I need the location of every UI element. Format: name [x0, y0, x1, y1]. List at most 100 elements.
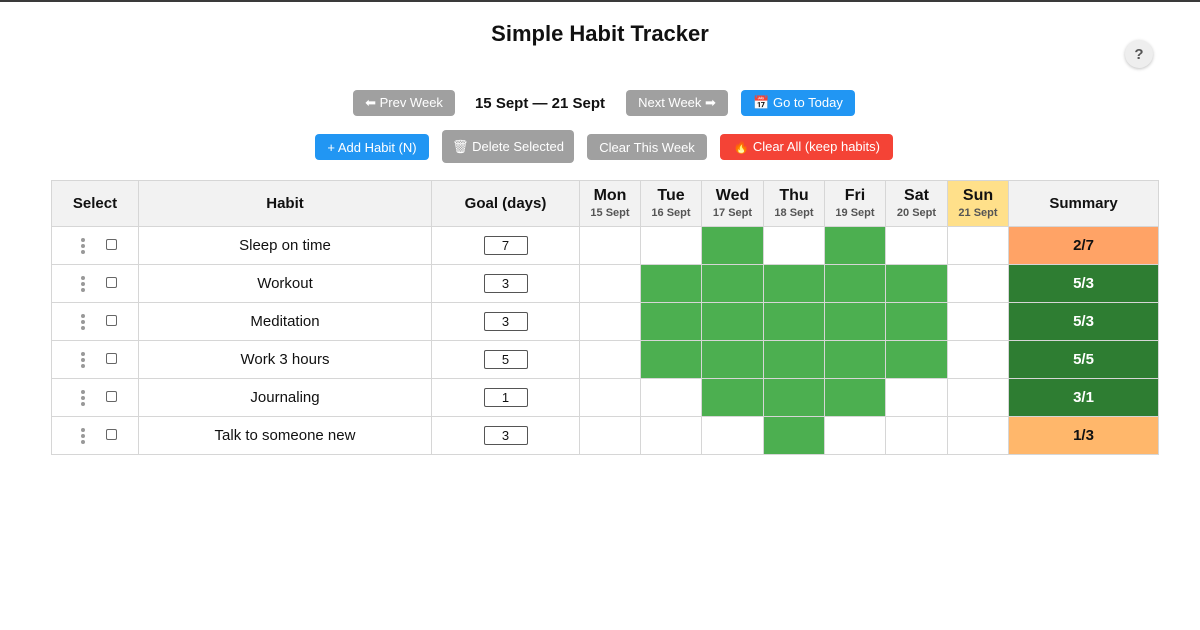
habit-row: Journaling 3/1 — [51, 378, 1159, 417]
goal-input[interactable] — [483, 426, 528, 445]
day-cell-sat[interactable] — [885, 226, 948, 265]
day-cell-tue[interactable] — [640, 226, 702, 265]
goal-input[interactable] — [483, 312, 528, 331]
day-cell-sun[interactable] — [947, 226, 1009, 265]
delete-selected-button[interactable]: 🗑 Delete Selected — [442, 130, 574, 163]
day-date: 21 Sept — [958, 207, 998, 219]
go-to-today-button[interactable]: 📅 Go to Today — [741, 90, 855, 116]
day-cell-wed[interactable] — [701, 416, 764, 455]
habit-name-cell[interactable]: Workout — [138, 264, 432, 303]
row-select-checkbox[interactable] — [106, 277, 117, 288]
goal-input[interactable] — [483, 350, 528, 369]
drag-handle-icon[interactable] — [81, 314, 85, 330]
drag-handle-dot — [81, 244, 85, 248]
clear-this-week-button[interactable]: Clear This Week — [587, 134, 707, 160]
goal-input[interactable] — [483, 388, 528, 407]
goal-input[interactable] — [483, 274, 528, 293]
clear-all-button[interactable]: 🔥 Clear All (keep habits) — [720, 134, 893, 160]
day-cell-sat[interactable] — [885, 378, 948, 417]
day-cell-tue[interactable] — [640, 416, 702, 455]
day-cell-wed[interactable] — [701, 340, 764, 379]
day-cell-thu[interactable] — [763, 416, 825, 455]
day-cell-sun[interactable] — [947, 416, 1009, 455]
day-cell-sat[interactable] — [885, 416, 948, 455]
day-cell-tue[interactable] — [640, 378, 702, 417]
day-cell-thu[interactable] — [763, 340, 825, 379]
drag-handle-dot — [81, 276, 85, 280]
day-cell-fri[interactable] — [824, 302, 886, 341]
next-week-button[interactable]: Next Week ➡ — [626, 90, 728, 116]
habit-name-cell[interactable]: Sleep on time — [138, 226, 432, 265]
day-cell-fri[interactable] — [824, 264, 886, 303]
drag-handle-dot — [81, 402, 85, 406]
day-cell-thu[interactable] — [763, 264, 825, 303]
row-select-checkbox[interactable] — [106, 353, 117, 364]
drag-handle-dot — [81, 390, 85, 394]
day-cell-mon[interactable] — [579, 264, 641, 303]
day-date: 15 Sept — [590, 207, 630, 219]
day-cell-fri[interactable] — [824, 416, 886, 455]
add-habit-button[interactable]: + Add Habit (N) — [315, 134, 429, 160]
prev-week-button[interactable]: ⬅ Prev Week — [353, 90, 455, 116]
habit-row: Workout 5/3 — [51, 264, 1159, 303]
drag-handle-icon[interactable] — [81, 276, 85, 292]
day-cell-fri[interactable] — [824, 340, 886, 379]
day-cell-sun[interactable] — [947, 340, 1009, 379]
drag-handle-dot — [81, 428, 85, 432]
goal-column-header: Goal (days) — [431, 180, 580, 227]
day-cell-mon[interactable] — [579, 302, 641, 341]
drag-handle-dot — [81, 250, 85, 254]
day-cell-mon[interactable] — [579, 226, 641, 265]
drag-handle-icon[interactable] — [81, 238, 85, 254]
day-cell-tue[interactable] — [640, 264, 702, 303]
select-cell — [51, 302, 139, 341]
habit-table: Select Habit Goal (days) Mon 15 Sept Tue 16… — [51, 180, 1159, 455]
day-cell-wed[interactable] — [701, 378, 764, 417]
drag-handle-dot — [81, 440, 85, 444]
day-cell-sun[interactable] — [947, 378, 1009, 417]
day-name: Tue — [657, 187, 685, 204]
habit-name-cell[interactable]: Meditation — [138, 302, 432, 341]
drag-handle-dot — [81, 434, 85, 438]
day-cell-sun[interactable] — [947, 302, 1009, 341]
day-cell-mon[interactable] — [579, 340, 641, 379]
day-cell-tue[interactable] — [640, 302, 702, 341]
help-button[interactable]: ? — [1125, 40, 1153, 68]
day-cell-fri[interactable] — [824, 378, 886, 417]
select-cell — [51, 264, 139, 303]
select-cell — [51, 226, 139, 265]
day-cell-mon[interactable] — [579, 416, 641, 455]
day-column-header-tue: Tue 16 Sept — [640, 180, 702, 227]
day-name: Sun — [962, 187, 994, 204]
drag-handle-icon[interactable] — [81, 352, 85, 368]
drag-handle-icon[interactable] — [81, 428, 85, 444]
day-cell-sun[interactable] — [947, 264, 1009, 303]
drag-handle-dot — [81, 288, 85, 292]
row-select-checkbox[interactable] — [106, 315, 117, 326]
row-select-checkbox[interactable] — [106, 391, 117, 402]
day-column-header-sat: Sat 20 Sept — [885, 180, 948, 227]
day-date: 19 Sept — [835, 207, 875, 219]
select-column-header: Select — [51, 180, 139, 227]
day-cell-sat[interactable] — [885, 264, 948, 303]
goal-input[interactable] — [483, 236, 528, 255]
drag-handle-icon[interactable] — [81, 390, 85, 406]
day-cell-wed[interactable] — [701, 302, 764, 341]
habit-name-cell[interactable]: Journaling — [138, 378, 432, 417]
day-cell-wed[interactable] — [701, 264, 764, 303]
day-cell-sat[interactable] — [885, 302, 948, 341]
day-cell-thu[interactable] — [763, 378, 825, 417]
drag-handle-dot — [81, 282, 85, 286]
day-cell-sat[interactable] — [885, 340, 948, 379]
habit-name-cell[interactable]: Work 3 hours — [138, 340, 432, 379]
day-cell-mon[interactable] — [579, 378, 641, 417]
day-cell-thu[interactable] — [763, 226, 825, 265]
day-cell-thu[interactable] — [763, 302, 825, 341]
habit-name-cell[interactable]: Talk to someone new — [138, 416, 432, 455]
day-cell-wed[interactable] — [701, 226, 764, 265]
day-cell-tue[interactable] — [640, 340, 702, 379]
row-select-checkbox[interactable] — [106, 429, 117, 440]
habit-row: Sleep on time 2/7 — [51, 226, 1159, 265]
day-cell-fri[interactable] — [824, 226, 886, 265]
row-select-checkbox[interactable] — [106, 239, 117, 250]
